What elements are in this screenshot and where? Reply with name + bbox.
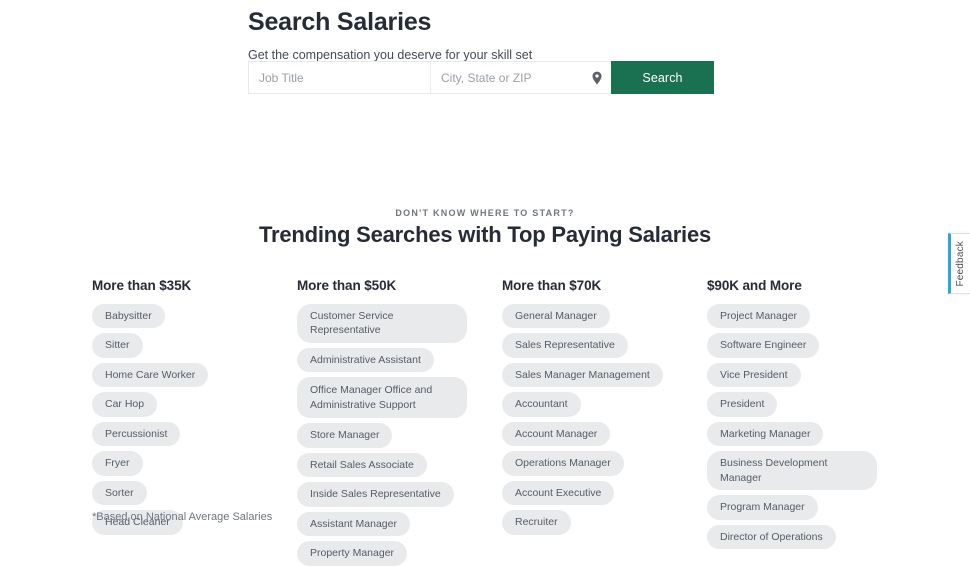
salary-tag[interactable]: Inside Sales Representative <box>297 482 454 507</box>
list-item: Customer Service Representative <box>297 303 502 343</box>
location-input[interactable] <box>431 70 611 85</box>
salary-tag[interactable]: Store Manager <box>297 423 393 448</box>
list-item: Inside Sales Representative <box>297 482 502 507</box>
list-item: Operations Manager <box>502 451 707 476</box>
list-item: Store Manager <box>297 423 502 448</box>
salary-tag[interactable]: Software Engineer <box>707 333 820 358</box>
salary-tag[interactable]: Percussionist <box>92 421 181 447</box>
list-item: President <box>707 392 912 417</box>
list-item: Assistant Manager <box>297 511 502 537</box>
list-item: Sales Manager Management <box>502 362 707 388</box>
salary-tag[interactable]: Customer Service Representative <box>297 303 467 343</box>
salary-tag[interactable]: Administrative Assistant <box>297 347 434 373</box>
salary-tag[interactable]: Marketing Manager <box>707 421 824 447</box>
salary-column-50k: More than $50K Customer Service Represen… <box>297 277 502 571</box>
salary-tag[interactable]: Retail Sales Associate <box>297 452 427 478</box>
salary-tag[interactable]: Account Executive <box>502 480 615 506</box>
salary-tag-list: Babysitter Sitter Home Care Worker Car H… <box>92 303 297 535</box>
salary-tag[interactable]: Office Manager Office and Administrative… <box>297 377 467 419</box>
list-item: Retail Sales Associate <box>297 452 502 478</box>
list-item: Software Engineer <box>707 333 912 358</box>
salary-tag[interactable]: Program Manager <box>707 495 818 520</box>
salary-tag-list: Customer Service Representative Administ… <box>297 303 502 566</box>
feedback-tab-label: Feedback <box>955 240 966 287</box>
salary-tag[interactable]: Project Manager <box>707 303 811 329</box>
page-title: Search Salaries <box>248 8 432 36</box>
job-title-field[interactable] <box>249 62 431 93</box>
location-field[interactable] <box>431 62 611 93</box>
list-item: Percussionist <box>92 421 297 447</box>
search-button[interactable]: Search <box>611 61 714 94</box>
trending-columns: More than $35K Babysitter Sitter Home Ca… <box>92 277 892 571</box>
list-item: Property Manager <box>297 541 502 566</box>
salary-tag[interactable]: Accountant <box>502 392 581 417</box>
column-heading: More than $50K <box>297 278 397 293</box>
salary-tag[interactable]: Car Hop <box>92 392 158 417</box>
salary-tag[interactable]: Vice President <box>707 362 801 388</box>
trending-title: Trending Searches with Top Paying Salari… <box>258 222 712 247</box>
salary-tag[interactable]: Assistant Manager <box>297 511 410 537</box>
salary-tag[interactable]: Sales Representative <box>502 333 628 358</box>
list-item: Vice President <box>707 362 912 388</box>
list-item: Accountant <box>502 392 707 417</box>
feedback-tab[interactable]: Feedback <box>948 233 970 294</box>
salary-column-70k: More than $70K General Manager Sales Rep… <box>502 277 707 540</box>
salary-tag-list: Project Manager Software Engineer Vice P… <box>707 303 912 550</box>
salary-tag[interactable]: Sitter <box>92 333 143 358</box>
salary-tag[interactable]: Business Development Manager <box>707 451 877 491</box>
salary-column-90k: $90K and More Project Manager Software E… <box>707 277 912 554</box>
salary-tag[interactable]: Babysitter <box>92 303 165 329</box>
list-item: Administrative Assistant <box>297 347 502 373</box>
list-item: Sitter <box>92 333 297 358</box>
list-item: Recruiter <box>502 510 707 535</box>
list-item: Marketing Manager <box>707 421 912 447</box>
list-item: Account Executive <box>502 480 707 506</box>
salary-column-35k: More than $35K Babysitter Sitter Home Ca… <box>92 277 297 540</box>
salary-search-hero: Search Salaries Get the compensation you… <box>248 0 718 94</box>
column-heading: More than $35K <box>92 278 192 293</box>
list-item: Home Care Worker <box>92 362 297 388</box>
salary-search-bar: Search <box>248 61 714 94</box>
list-item: Sales Representative <box>502 333 707 358</box>
list-item: Program Manager <box>707 495 912 520</box>
salary-tag[interactable]: Operations Manager <box>502 451 624 476</box>
column-heading: $90K and More <box>707 278 802 293</box>
list-item: Project Manager <box>707 303 912 329</box>
list-item: Car Hop <box>92 392 297 417</box>
job-title-input[interactable] <box>249 70 430 85</box>
list-item: Sorter <box>92 480 297 506</box>
salary-tag[interactable]: President <box>707 392 778 417</box>
list-item: Fryer <box>92 451 297 476</box>
list-item: Office Manager Office and Administrative… <box>297 377 502 419</box>
list-item: Babysitter <box>92 303 297 329</box>
salary-tag-list: General Manager Sales Representative Sal… <box>502 303 707 535</box>
column-heading: More than $70K <box>502 278 602 293</box>
list-item: Business Development Manager <box>707 451 912 491</box>
trending-eyebrow: DON'T KNOW WHERE TO START? <box>395 208 575 218</box>
salary-tag[interactable]: General Manager <box>502 303 610 329</box>
salary-tag[interactable]: Account Manager <box>502 421 611 447</box>
footnote: *Based on National Average Salaries <box>92 511 273 523</box>
salary-tag[interactable]: Recruiter <box>502 510 571 535</box>
salary-tag[interactable]: Home Care Worker <box>92 362 209 388</box>
salary-tag[interactable]: Fryer <box>92 451 143 476</box>
list-item: Account Manager <box>502 421 707 447</box>
salary-tag[interactable]: Sales Manager Management <box>502 362 663 388</box>
salary-tag[interactable]: Property Manager <box>297 541 408 566</box>
list-item: General Manager <box>502 303 707 329</box>
salary-tag[interactable]: Sorter <box>92 480 147 506</box>
